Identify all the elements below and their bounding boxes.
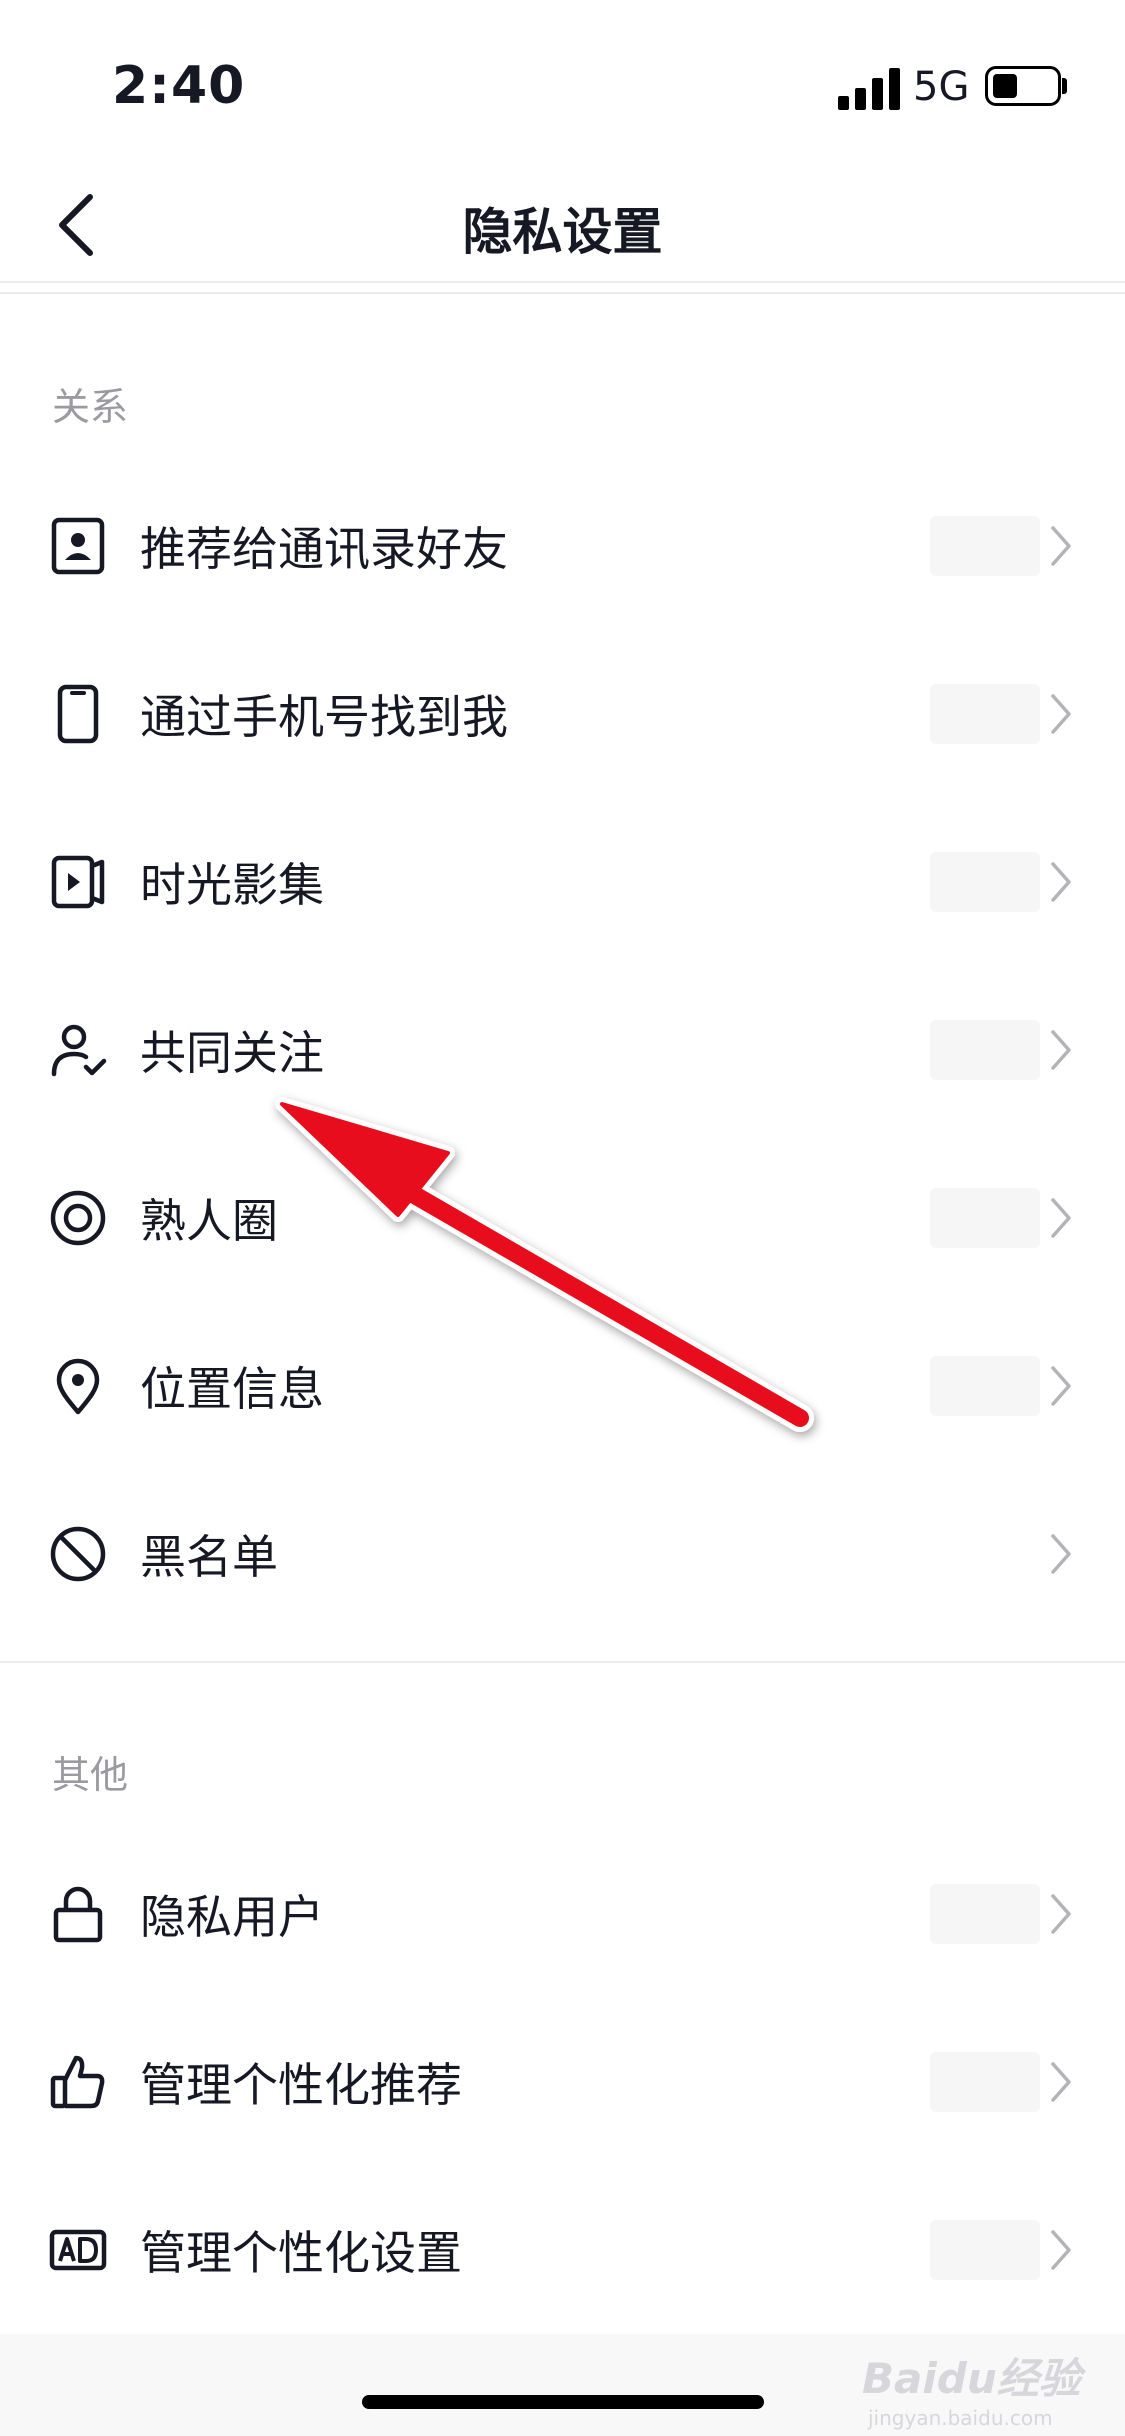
settings-row-mutual-follow[interactable]: 共同关注 [0, 966, 1125, 1134]
chevron-right-icon [1051, 1534, 1071, 1574]
row-value-blurred [930, 852, 1040, 912]
photo-album-icon [51, 855, 105, 909]
nav-bar: 隐私设置 [0, 170, 1125, 280]
settings-row-blacklist[interactable]: 黑名单 [0, 1470, 1125, 1638]
chevron-right-icon [1051, 1198, 1071, 1238]
row-label: 时光影集 [140, 858, 324, 912]
row-label: 共同关注 [140, 1026, 324, 1080]
watermark-logo: Baidu经验 [862, 2354, 1081, 2403]
chevron-right-icon [1051, 2062, 1071, 2102]
section-divider [0, 1661, 1125, 1663]
row-value-blurred [930, 2220, 1040, 2280]
settings-row-find-by-phone[interactable]: 通过手机号找到我 [0, 630, 1125, 798]
user-check-icon [51, 1024, 107, 1077]
settings-row-personalized-settings[interactable]: 管理个性化设置 [0, 2166, 1125, 2334]
circle-target-icon [50, 1190, 106, 1246]
row-value-blurred [930, 2052, 1040, 2112]
status-time: 2:40 [112, 56, 246, 116]
row-label: 熟人圈 [140, 1194, 278, 1248]
section-title-relations: 关系 [52, 385, 129, 429]
thumbs-up-icon [50, 2055, 105, 2109]
location-pin-icon [56, 1358, 100, 1415]
chevron-right-icon [1051, 862, 1071, 902]
network-label: 5G [913, 64, 970, 110]
header-divider-shadow [0, 292, 1125, 294]
row-value-blurred [930, 1884, 1040, 1944]
row-value-blurred [930, 1020, 1040, 1080]
section-title-other: 其他 [52, 1753, 129, 1797]
watermark-url: jingyan.baidu.com [868, 2406, 1053, 2430]
row-value-blurred [930, 1188, 1040, 1248]
chevron-right-icon [1051, 2230, 1071, 2270]
header-divider [0, 281, 1125, 283]
chevron-right-icon [1051, 1366, 1071, 1406]
row-label: 通过手机号找到我 [140, 690, 508, 744]
row-label: 隐私用户 [140, 1890, 324, 1944]
row-value-blurred [930, 516, 1040, 576]
page-title: 隐私设置 [462, 203, 663, 261]
status-bar: 2:40 5G [0, 0, 1125, 170]
ad-icon [49, 2229, 107, 2271]
phone-icon [57, 684, 99, 744]
battery-icon [985, 66, 1061, 106]
settings-row-private-user[interactable]: 隐私用户 [0, 1830, 1125, 1998]
row-label: 黑名单 [140, 1530, 278, 1584]
chevron-right-icon [1051, 694, 1071, 734]
block-icon [50, 1526, 106, 1582]
row-value-blurred [930, 1356, 1040, 1416]
signal-icon [838, 66, 902, 110]
settings-row-recommend-contacts[interactable]: 推荐给通讯录好友 [0, 462, 1125, 630]
settings-row-personalized-recommend[interactable]: 管理个性化推荐 [0, 1998, 1125, 2166]
row-label: 管理个性化设置 [140, 2226, 462, 2280]
home-indicator[interactable] [362, 2395, 764, 2409]
row-value-blurred [930, 684, 1040, 744]
row-label: 推荐给通讯录好友 [140, 522, 508, 576]
row-label: 管理个性化推荐 [140, 2058, 462, 2112]
row-label: 位置信息 [140, 1362, 324, 1416]
contact-card-icon [51, 517, 105, 575]
watermark: Baidu经验 jingyan.baidu.com [862, 2345, 1081, 2430]
settings-row-location[interactable]: 位置信息 [0, 1302, 1125, 1470]
settings-row-acquaintance-circle[interactable]: 熟人圈 [0, 1134, 1125, 1302]
chevron-right-icon [1051, 1894, 1071, 1934]
battery-cap [1062, 78, 1067, 94]
chevron-right-icon [1051, 526, 1071, 566]
settings-row-photo-album[interactable]: 时光影集 [0, 798, 1125, 966]
chevron-right-icon [1051, 1030, 1071, 1070]
lock-icon [53, 1886, 103, 1943]
